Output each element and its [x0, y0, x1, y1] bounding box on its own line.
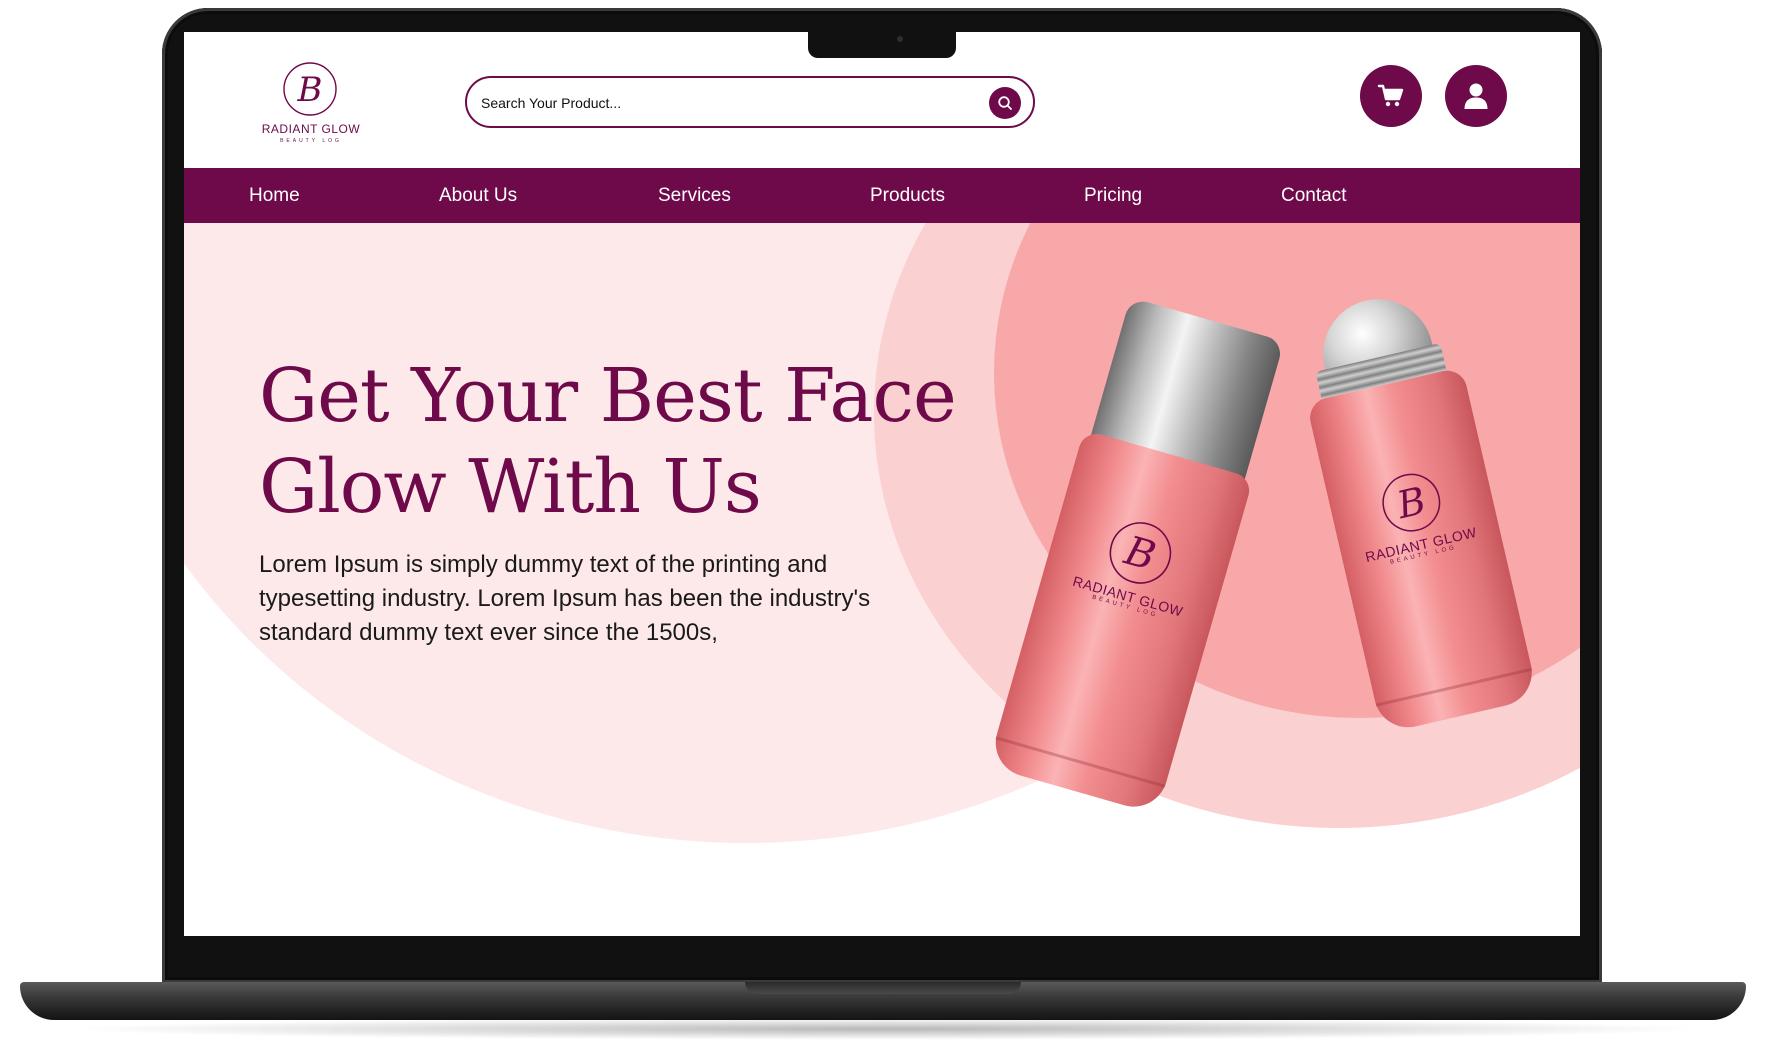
hero-description-line-3: standard dummy text ever since the 1500s… — [259, 619, 718, 646]
hero-title: Get Your Best Face Glow With Us — [259, 351, 979, 533]
search-bar — [465, 76, 1035, 128]
website-screen: B RADIANT GLOW BEAUTY LOG Search Your Pr… — [184, 32, 1580, 936]
nav-pricing[interactable]: Pricing — [1084, 168, 1142, 223]
nav-services[interactable]: Services — [658, 168, 731, 223]
brand-name: RADIANT GLOW — [261, 122, 361, 136]
cart-icon — [1377, 84, 1404, 107]
brand-logo[interactable]: B RADIANT GLOW BEAUTY LOG — [256, 60, 366, 150]
camera-icon — [897, 36, 903, 42]
user-icon — [1464, 83, 1488, 109]
main-navigation: Home About Us Services Products Pricing … — [184, 168, 1580, 223]
nav-about-us[interactable]: About Us — [439, 168, 517, 223]
cart-button[interactable] — [1360, 65, 1422, 127]
nav-home[interactable]: Home — [249, 168, 300, 223]
laptop-base-lip — [745, 982, 1021, 994]
nav-contact[interactable]: Contact — [1281, 168, 1346, 223]
hero-title-line-1: Get Your Best Face — [259, 353, 957, 439]
search-icon — [998, 96, 1012, 110]
hero-description-line-1: Lorem Ipsum is simply dummy text of the … — [259, 551, 828, 578]
search-button[interactable] — [989, 87, 1021, 119]
search-input[interactable] — [479, 88, 963, 118]
user-account-button[interactable] — [1445, 65, 1507, 127]
roller-label: B RADIANT GLOW BEAUTY LOG — [1336, 457, 1492, 574]
laptop-shadow — [60, 1018, 1710, 1040]
brand-tagline: BEAUTY LOG — [280, 138, 342, 144]
hero-section: Get Your Best Face Glow With Us Lorem Ip… — [184, 223, 1580, 936]
hero-description: Lorem Ipsum is simply dummy text of the … — [259, 548, 919, 650]
laptop-notch — [808, 30, 956, 58]
monogram-logo-icon: B — [1382, 473, 1441, 532]
svg-text:B: B — [1392, 478, 1430, 527]
monogram-logo-icon: B — [1109, 522, 1172, 584]
svg-text:B: B — [297, 70, 323, 110]
monogram-logo-icon: B — [283, 62, 337, 116]
bottle-label: B RADIANT GLOW BEAUTY LOG — [1057, 502, 1217, 629]
nav-products[interactable]: Products — [870, 168, 945, 223]
svg-text:B: B — [1119, 527, 1161, 580]
page: B RADIANT GLOW BEAUTY LOG Search Your Pr… — [0, 0, 1792, 1056]
hero-title-line-2: Glow With Us — [259, 444, 762, 530]
hero-description-line-2: typesetting industry. Lorem Ipsum has be… — [259, 585, 871, 612]
